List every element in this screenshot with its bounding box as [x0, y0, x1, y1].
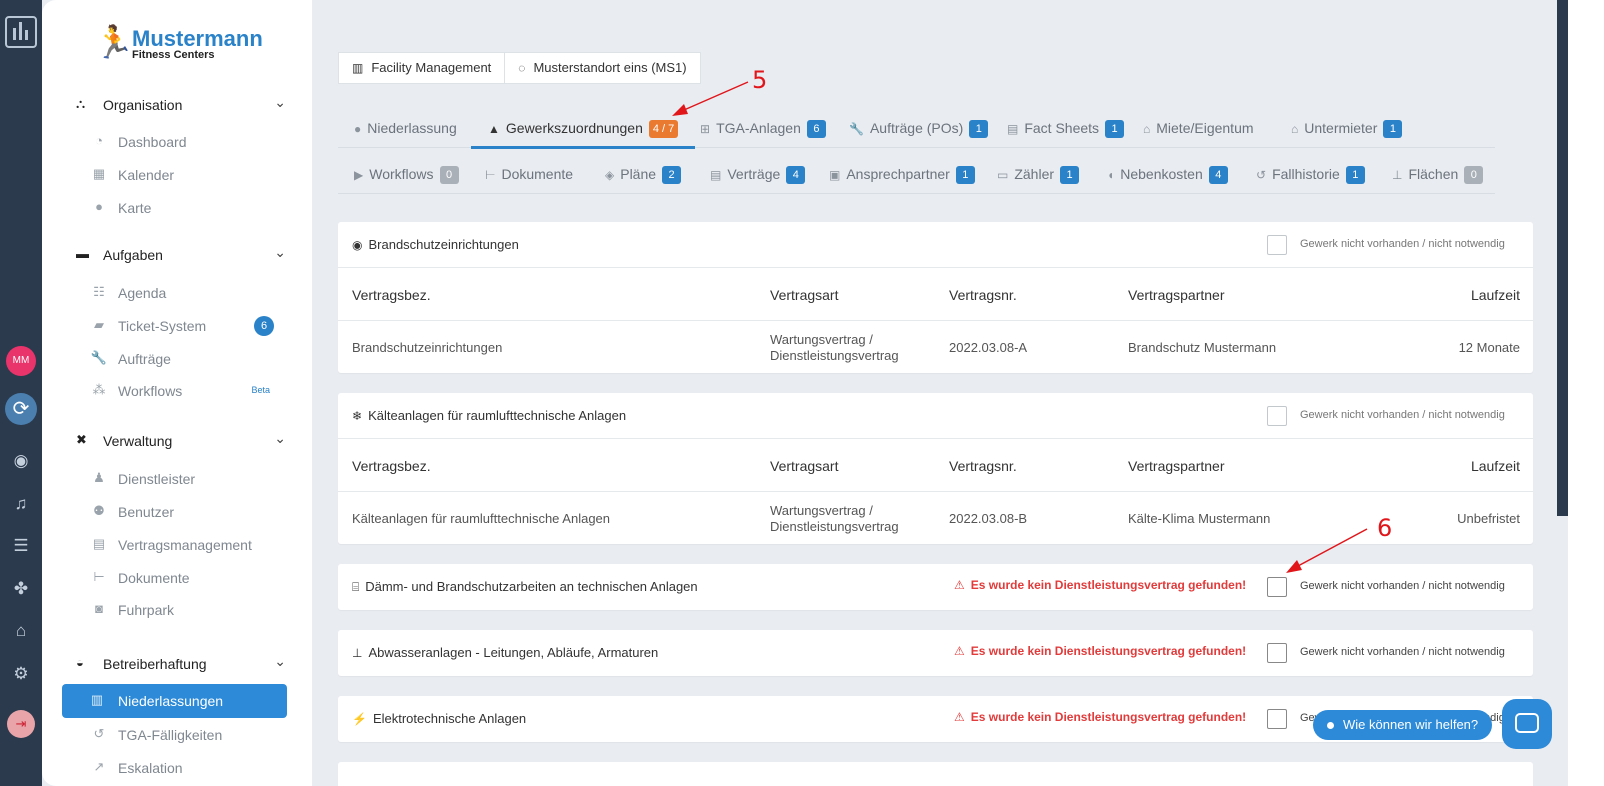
annotation-arrowhead-6 — [1286, 560, 1302, 573]
annotation-overlay — [672, 81, 1368, 573]
annotation-arrow-6 — [1297, 528, 1368, 567]
annotation-label-6: 6 — [1377, 514, 1393, 542]
annotation-arrowhead-5 — [672, 104, 688, 116]
annotation-label-5: 5 — [752, 66, 768, 94]
annotation-arrow-5 — [683, 81, 749, 111]
